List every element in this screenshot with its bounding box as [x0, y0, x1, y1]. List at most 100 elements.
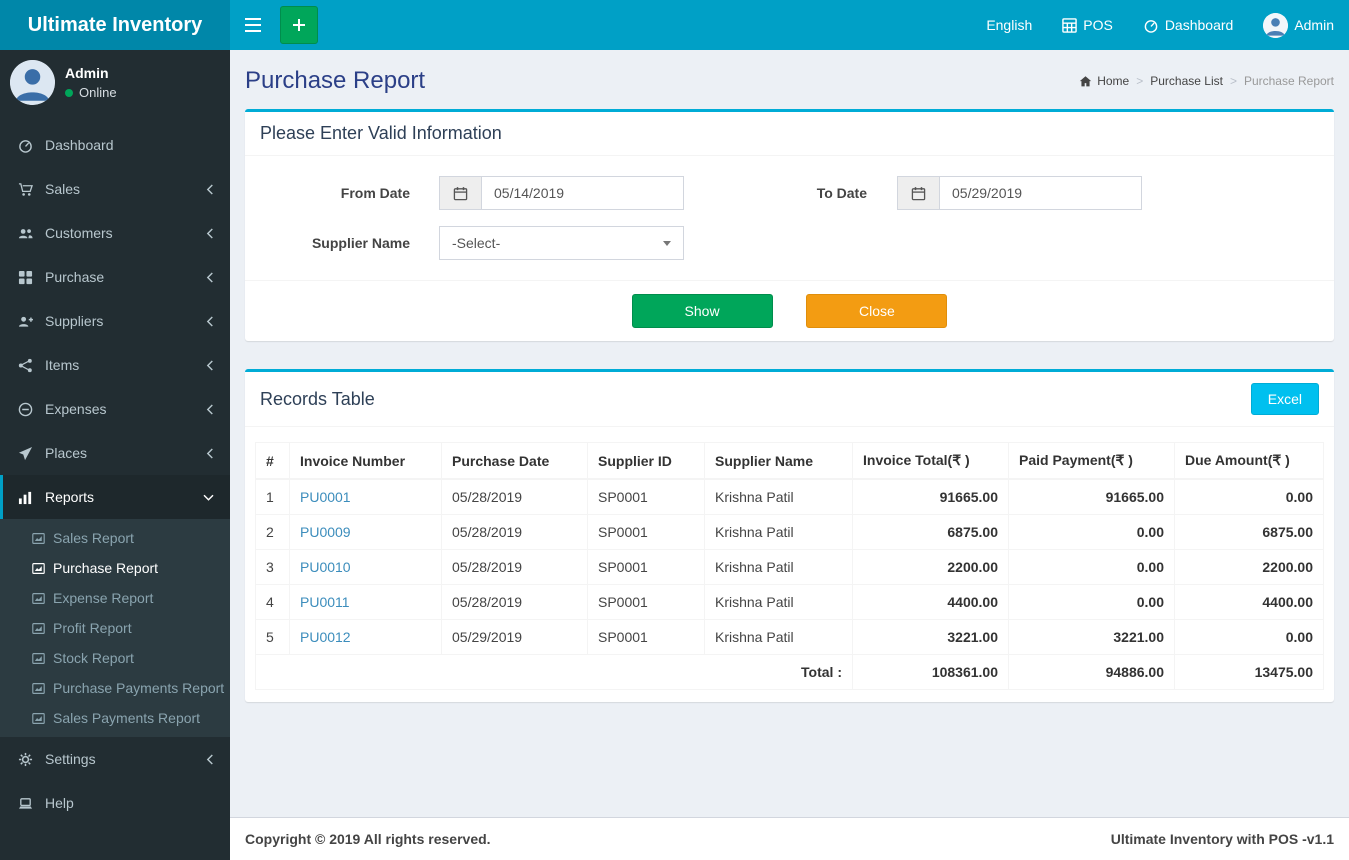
content-header: Purchase Report Home > Purchase List > P…: [245, 67, 1334, 95]
date-row: From Date To Date: [260, 176, 1319, 210]
col-header-invoice-total: Invoice Total(₹ ): [852, 442, 1009, 480]
sidebar-item-places[interactable]: Places: [0, 431, 230, 475]
sidebar-subitem-expense-report[interactable]: Expense Report: [0, 583, 230, 613]
sidebar-subitem-stock-report[interactable]: Stock Report: [0, 643, 230, 673]
invoice-link[interactable]: PU0012: [289, 619, 442, 655]
total-paid: 94886.00: [1008, 654, 1175, 690]
excel-export-button[interactable]: Excel: [1250, 383, 1319, 415]
table-row: 4 PU0011 05/28/2019 SP0001 Krishna Patil…: [255, 584, 1324, 620]
calculator-icon: [1062, 17, 1077, 33]
share-nodes-icon: [18, 358, 34, 373]
file-chart-icon: [32, 532, 45, 545]
minus-circle-icon: [18, 402, 34, 417]
col-header-purchase-date: Purchase Date: [441, 442, 588, 480]
user-menu[interactable]: Admin: [1248, 0, 1349, 50]
from-date-label: From Date: [340, 185, 410, 201]
to-date-input[interactable]: [939, 176, 1142, 210]
main-footer: Copyright © 2019 All rights reserved. Ul…: [230, 817, 1349, 860]
invoice-link[interactable]: PU0001: [289, 478, 442, 515]
footer-version: Ultimate Inventory with POS -v1.1: [1110, 831, 1334, 847]
gear-icon: [18, 752, 34, 767]
app-logo[interactable]: Ultimate Inventory: [0, 0, 230, 50]
sidebar-item-sales[interactable]: Sales: [0, 167, 230, 211]
plus-icon: [292, 18, 306, 32]
bar-chart-icon: [18, 490, 34, 505]
total-invoice: 108361.00: [852, 654, 1009, 690]
chevron-down-icon: [202, 493, 215, 502]
invoice-link[interactable]: PU0011: [289, 584, 442, 620]
sidebar-subitem-sales-payments-report[interactable]: Sales Payments Report: [0, 703, 230, 733]
sidebar-user-info: Admin Online: [65, 65, 117, 100]
sidebar-item-settings[interactable]: Settings: [0, 737, 230, 781]
col-header-invoice-number: Invoice Number: [289, 442, 442, 480]
sidebar-item-customers[interactable]: Customers: [0, 211, 230, 255]
navbar-left: [230, 0, 318, 50]
footer-copyright: Copyright © 2019 All rights reserved.: [245, 831, 491, 847]
breadcrumb-separator: >: [1229, 74, 1237, 88]
sidebar-toggle-button[interactable]: [230, 0, 276, 50]
top-navbar: English POS Dashboard Admin: [230, 0, 1349, 50]
file-chart-icon: [32, 652, 45, 665]
records-box-title: Records Table: [260, 388, 375, 409]
main-header: Ultimate Inventory English POS Dashboard…: [0, 0, 1349, 50]
invoice-link[interactable]: PU0009: [289, 514, 442, 550]
sidebar-item-help[interactable]: Help: [0, 781, 230, 825]
breadcrumb-home[interactable]: Home: [1079, 74, 1129, 88]
laptop-icon: [18, 796, 34, 811]
show-button[interactable]: Show: [631, 294, 773, 328]
sidebar-item-suppliers[interactable]: Suppliers: [0, 299, 230, 343]
content-wrapper: Purchase Report Home > Purchase List > P…: [230, 50, 1349, 817]
calendar-icon[interactable]: [897, 176, 939, 210]
records-box: Records Table Excel # Invoice Number Pur…: [245, 369, 1334, 702]
sidebar-user-panel: Admin Online: [0, 50, 230, 115]
sidebar-item-reports-row[interactable]: Reports: [0, 475, 230, 519]
table-header-row: # Invoice Number Purchase Date Supplier …: [255, 442, 1324, 480]
total-due: 13475.00: [1174, 654, 1324, 690]
language-menu[interactable]: English: [971, 0, 1047, 50]
filter-box-footer: Show Close: [245, 280, 1334, 341]
dashboard-link[interactable]: Dashboard: [1128, 0, 1249, 50]
sidebar-item-reports: Reports Sales Report Purchase Report Exp…: [0, 475, 230, 737]
chevron-left-icon: [206, 447, 215, 460]
records-table: # Invoice Number Purchase Date Supplier …: [255, 442, 1324, 690]
online-dot-icon: [65, 88, 73, 97]
paper-plane-icon: [18, 446, 34, 461]
from-date-input[interactable]: [481, 176, 684, 210]
filter-box-header: Please Enter Valid Information: [245, 112, 1334, 156]
chevron-left-icon: [206, 315, 215, 328]
to-date-label: To Date: [816, 185, 867, 201]
sidebar-item-dashboard[interactable]: Dashboard: [0, 123, 230, 167]
filter-box-title: Please Enter Valid Information: [260, 123, 502, 143]
col-header-supplier-id: Supplier ID: [587, 442, 705, 480]
table-row: 1 PU0001 05/28/2019 SP0001 Krishna Patil…: [255, 478, 1324, 515]
sidebar-item-items[interactable]: Items: [0, 343, 230, 387]
breadcrumb-separator: >: [1136, 74, 1144, 88]
user-avatar: [1263, 12, 1289, 38]
supplier-select[interactable]: -Select-: [439, 226, 684, 260]
to-date-group: [897, 176, 1142, 210]
sidebar: Admin Online Dashboard Sales Customers P…: [0, 50, 230, 860]
file-chart-icon: [32, 592, 45, 605]
breadcrumb-purchase-list[interactable]: Purchase List: [1150, 74, 1223, 88]
close-button[interactable]: Close: [806, 294, 948, 328]
table-row: 5 PU0012 05/29/2019 SP0001 Krishna Patil…: [255, 619, 1324, 655]
sidebar-user-status[interactable]: Online: [65, 85, 117, 100]
records-box-header: Records Table Excel: [245, 372, 1334, 427]
sidebar-menu: Dashboard Sales Customers Purchase Suppl…: [0, 123, 230, 825]
sidebar-subitem-purchase-report[interactable]: Purchase Report: [0, 553, 230, 583]
sidebar-subitem-sales-report[interactable]: Sales Report: [0, 523, 230, 553]
invoice-link[interactable]: PU0010: [289, 549, 442, 585]
supplier-select-value: -Select-: [452, 235, 501, 251]
pos-link[interactable]: POS: [1047, 0, 1128, 50]
menu-icon: [245, 18, 261, 32]
navbar-right: English POS Dashboard Admin: [971, 0, 1349, 50]
add-button[interactable]: [280, 6, 318, 44]
col-header-supplier-name: Supplier Name: [704, 442, 853, 480]
sidebar-item-purchase[interactable]: Purchase: [0, 255, 230, 299]
calendar-icon[interactable]: [439, 176, 481, 210]
caret-down-icon: [663, 240, 671, 246]
table-total-row: Total : 108361.00 94886.00 13475.00: [255, 654, 1324, 690]
sidebar-subitem-profit-report[interactable]: Profit Report: [0, 613, 230, 643]
sidebar-item-expenses[interactable]: Expenses: [0, 387, 230, 431]
sidebar-subitem-purchase-payments-report[interactable]: Purchase Payments Report: [0, 673, 230, 703]
